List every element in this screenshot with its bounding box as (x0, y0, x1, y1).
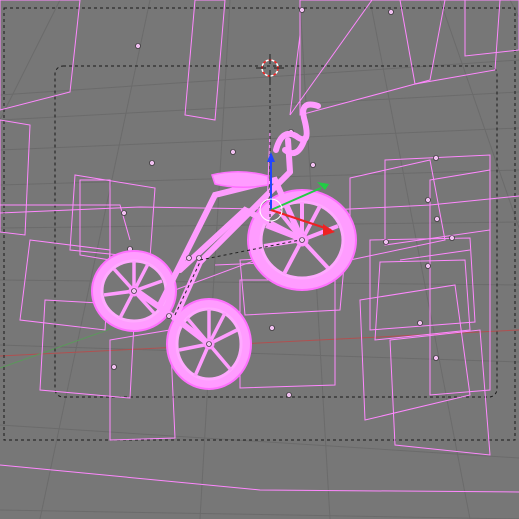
tricycle-seat (211, 171, 269, 188)
3d-viewport[interactable] (0, 0, 519, 519)
